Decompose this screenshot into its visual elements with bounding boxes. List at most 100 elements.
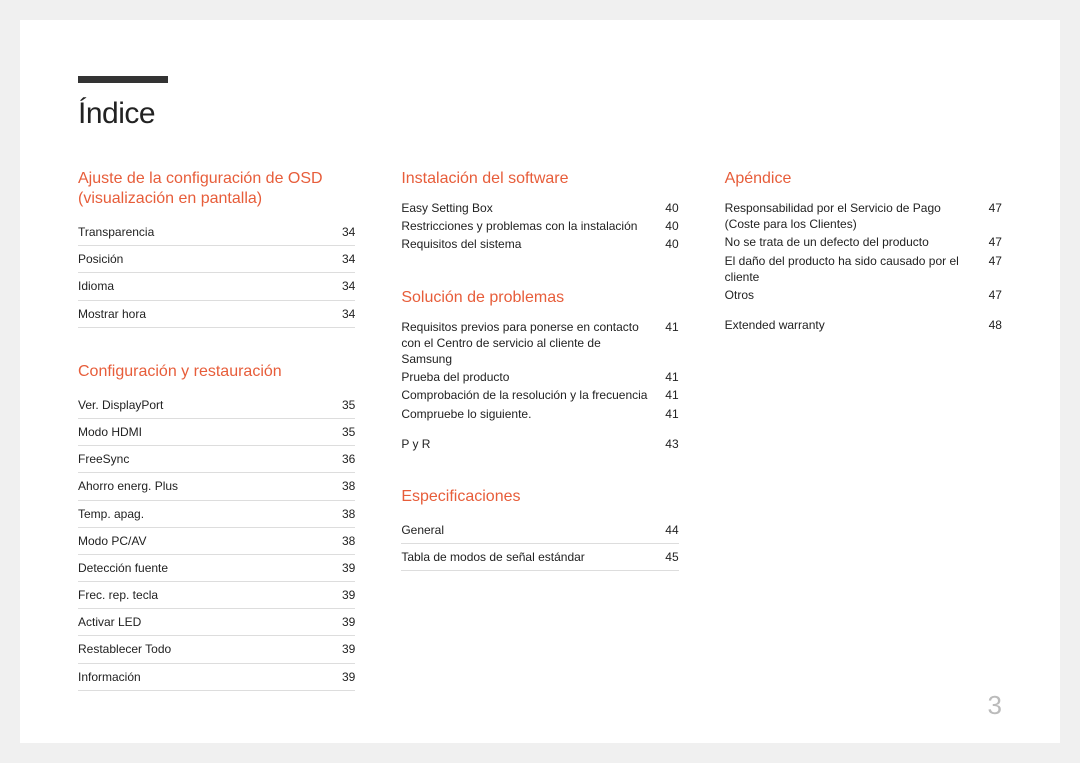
toc-page: 40 — [661, 236, 679, 252]
toc-entry[interactable]: Extended warranty48 — [725, 316, 1002, 334]
toc-entry[interactable]: Restablecer Todo39 — [78, 636, 355, 663]
toc-label: Extended warranty — [725, 317, 984, 333]
toc-page: 47 — [984, 200, 1002, 216]
toc-section-appendix: Apéndice Responsabilidad por el Servicio… — [725, 169, 1002, 334]
toc-page: 44 — [661, 522, 679, 538]
toc-column-2: Instalación del software Easy Setting Bo… — [401, 169, 678, 725]
toc-entry[interactable]: Easy Setting Box40 — [401, 199, 678, 217]
toc-page: 47 — [984, 287, 1002, 303]
toc-page: 47 — [984, 234, 1002, 250]
toc-label: Transparencia — [78, 224, 337, 240]
toc-section-troubleshoot: Solución de problemas Requisitos previos… — [401, 288, 678, 453]
toc-entry[interactable]: Transparencia34 — [78, 219, 355, 246]
toc-label: Mostrar hora — [78, 306, 337, 322]
toc-label: Posición — [78, 251, 337, 267]
toc-page: 41 — [661, 319, 679, 335]
manual-page: Índice Ajuste de la configuración de OSD… — [20, 20, 1060, 743]
toc-section-config: Configuración y restauración Ver. Displa… — [78, 362, 355, 691]
toc-page: 35 — [337, 424, 355, 440]
toc-label: Comprobación de la resolución y la frecu… — [401, 387, 660, 403]
toc-page: 39 — [337, 587, 355, 603]
toc-label: Modo PC/AV — [78, 533, 337, 549]
title-accent-bar — [78, 76, 168, 83]
toc-label: Idioma — [78, 278, 337, 294]
toc-entry[interactable]: Posición34 — [78, 246, 355, 273]
toc-label: Requisitos del sistema — [401, 236, 660, 252]
toc-entry[interactable]: P y R43 — [401, 435, 678, 453]
toc-entry[interactable]: Mostrar hora34 — [78, 301, 355, 328]
toc-label: Restricciones y problemas con la instala… — [401, 218, 660, 234]
section-heading: Ajuste de la configuración de OSD (visua… — [78, 169, 355, 209]
toc-section-osd: Ajuste de la configuración de OSD (visua… — [78, 169, 355, 328]
toc-label: Temp. apag. — [78, 506, 337, 522]
toc-entry[interactable]: Idioma34 — [78, 273, 355, 300]
toc-label: General — [401, 522, 660, 538]
toc-entry[interactable]: Requisitos previos para ponerse en conta… — [401, 318, 678, 369]
toc-entry[interactable]: Otros47 — [725, 286, 1002, 304]
toc-page: 39 — [337, 669, 355, 685]
toc-entry[interactable]: Responsabilidad por el Servicio de Pago … — [725, 199, 1002, 233]
toc-label: Otros — [725, 287, 984, 303]
toc-page: 45 — [661, 549, 679, 565]
toc-page: 47 — [984, 253, 1002, 269]
section-heading: Apéndice — [725, 169, 1002, 189]
toc-label: Easy Setting Box — [401, 200, 660, 216]
toc-entry[interactable]: FreeSync36 — [78, 446, 355, 473]
toc-page: 40 — [661, 200, 679, 216]
toc-entry[interactable]: Restricciones y problemas con la instala… — [401, 217, 678, 235]
toc-label: Activar LED — [78, 614, 337, 630]
toc-column-1: Ajuste de la configuración de OSD (visua… — [78, 169, 355, 725]
toc-entry[interactable]: Activar LED39 — [78, 609, 355, 636]
toc-label: FreeSync — [78, 451, 337, 467]
toc-label: El daño del producto ha sido causado por… — [725, 253, 984, 285]
toc-page: 34 — [337, 224, 355, 240]
toc-entry[interactable]: Detección fuente39 — [78, 555, 355, 582]
toc-page: 40 — [661, 218, 679, 234]
toc-entry[interactable]: Compruebe lo siguiente.41 — [401, 405, 678, 423]
section-heading: Instalación del software — [401, 169, 678, 189]
toc-label: Compruebe lo siguiente. — [401, 406, 660, 422]
toc-page: 41 — [661, 369, 679, 385]
toc-page: 41 — [661, 406, 679, 422]
toc-page: 38 — [337, 506, 355, 522]
toc-entry[interactable]: El daño del producto ha sido causado por… — [725, 252, 1002, 286]
page-number: 3 — [988, 690, 1002, 721]
toc-entry[interactable]: Frec. rep. tecla39 — [78, 582, 355, 609]
toc-page: 38 — [337, 478, 355, 494]
toc-entry[interactable]: General44 — [401, 517, 678, 544]
section-heading: Especificaciones — [401, 487, 678, 507]
toc-entry[interactable]: Modo PC/AV38 — [78, 528, 355, 555]
toc-label: Tabla de modos de señal estándar — [401, 549, 660, 565]
toc-label: Ahorro energ. Plus — [78, 478, 337, 494]
toc-label: Requisitos previos para ponerse en conta… — [401, 319, 660, 368]
toc-entry[interactable]: No se trata de un defecto del producto47 — [725, 233, 1002, 251]
toc-entry[interactable]: Requisitos del sistema40 — [401, 235, 678, 253]
toc-label: Frec. rep. tecla — [78, 587, 337, 603]
toc-entry[interactable]: Temp. apag.38 — [78, 501, 355, 528]
toc-entry[interactable]: Comprobación de la resolución y la frecu… — [401, 386, 678, 404]
toc-page: 38 — [337, 533, 355, 549]
toc-page: 39 — [337, 641, 355, 657]
toc-entry[interactable]: Información39 — [78, 664, 355, 691]
toc-page: 41 — [661, 387, 679, 403]
toc-columns: Ajuste de la configuración de OSD (visua… — [78, 169, 1002, 725]
toc-page: 39 — [337, 614, 355, 630]
toc-page: 34 — [337, 251, 355, 267]
toc-entry[interactable]: Prueba del producto41 — [401, 368, 678, 386]
toc-label: Modo HDMI — [78, 424, 337, 440]
toc-label: P y R — [401, 436, 660, 452]
toc-entry[interactable]: Tabla de modos de señal estándar45 — [401, 544, 678, 571]
toc-label: Prueba del producto — [401, 369, 660, 385]
toc-entry[interactable]: Ahorro energ. Plus38 — [78, 473, 355, 500]
toc-label: Ver. DisplayPort — [78, 397, 337, 413]
toc-entry[interactable]: Modo HDMI35 — [78, 419, 355, 446]
toc-entry[interactable]: Ver. DisplayPort35 — [78, 392, 355, 419]
toc-column-3: Apéndice Responsabilidad por el Servicio… — [725, 169, 1002, 725]
toc-page: 34 — [337, 306, 355, 322]
page-title: Índice — [78, 97, 1002, 131]
toc-label: Responsabilidad por el Servicio de Pago … — [725, 200, 984, 232]
toc-page: 43 — [661, 436, 679, 452]
toc-page: 39 — [337, 560, 355, 576]
toc-page: 35 — [337, 397, 355, 413]
section-heading: Solución de problemas — [401, 288, 678, 308]
